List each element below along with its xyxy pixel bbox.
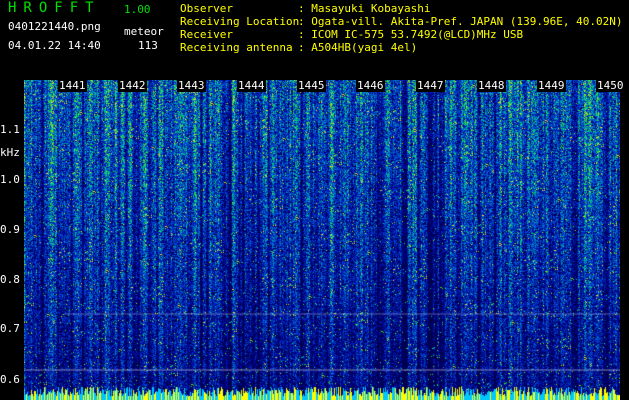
time-tick-1449: 1449 [537,79,566,92]
time-tick-1448: 1448 [477,79,506,92]
time-tick-1444: 1444 [237,79,266,92]
info-value-antenna: : A504HB(yagi 4el) [298,41,418,54]
time-tick-1446: 1446 [356,79,385,92]
frequency-axis: kHz 1.1 1.0 0.9 0.8 0.7 0.6 [0,72,24,400]
time-tick-1450: 1450 [596,79,625,92]
datetime: 04.01.22 14:40 [8,39,101,52]
hrofft-window: { "app": { "name": "HROFFT", "version": … [0,0,629,400]
time-tick-1447: 1447 [416,79,445,92]
meteor-label: meteor [124,25,164,38]
time-tick-1441: 1441 [58,79,87,92]
header-panel: HROFFT 1.00 0401221440.png meteor 04.01.… [0,0,629,60]
freq-tick-0-6: 0.6 [0,373,20,386]
spectrogram-area [24,80,620,400]
info-key-receiver: Receiver [180,28,233,41]
time-axis: 1441 1442 1443 1444 1445 1446 1447 1448 … [0,78,629,94]
info-value-receiver: : ICOM IC-575 53.7492(@LCD)MHz USB [298,28,524,41]
time-tick-1445: 1445 [297,79,326,92]
app-version: 1.00 [124,3,151,16]
time-tick-1442: 1442 [118,79,147,92]
info-key-location: Receiving Location [180,15,300,28]
info-value-observer: : Masayuki Kobayashi [298,2,431,15]
info-key-antenna: Receiving antenna [180,41,293,54]
info-key-observer: Observer [180,2,233,15]
freq-tick-1-0: 1.0 [0,173,20,186]
freq-tick-1-1: 1.1 [0,123,20,136]
freq-tick-0-8: 0.8 [0,273,20,286]
time-tick-1443: 1443 [177,79,206,92]
meteor-count: 113 [138,39,158,52]
info-value-location: : Ogata-vill. Akita-Pref. JAPAN (139.96E… [298,15,623,28]
freq-tick-0-9: 0.9 [0,223,20,236]
app-name: HROFFT [8,0,101,16]
spectrogram-canvas [24,80,620,400]
freq-tick-0-7: 0.7 [0,322,20,335]
frequency-unit-label: kHz [0,146,20,159]
file-name: 0401221440.png [8,20,101,33]
